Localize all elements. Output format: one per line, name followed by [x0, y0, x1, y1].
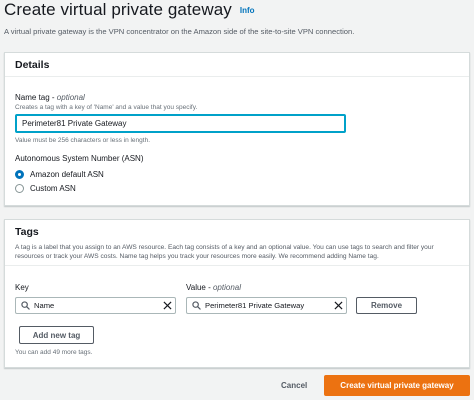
name-tag-input[interactable]: [15, 114, 346, 133]
tags-title: Tags: [15, 226, 39, 238]
name-tag-label: Name tag - optional: [15, 93, 85, 102]
tag-key-value: Name: [34, 301, 55, 310]
add-new-tag-button[interactable]: Add new tag: [19, 326, 94, 344]
tag-value-label-text: Value: [186, 283, 206, 292]
asn-option-amazon[interactable]: Amazon default ASN: [15, 170, 104, 179]
name-tag-label-text: Name tag: [15, 93, 50, 102]
clear-key-icon[interactable]: [159, 301, 175, 310]
radio-selected-icon[interactable]: [15, 170, 24, 179]
page-header: Create virtual private gateway Info A vi…: [4, 0, 470, 36]
radio-unselected-icon[interactable]: [15, 184, 24, 193]
page-description: A virtual private gateway is the VPN con…: [4, 27, 355, 36]
remove-tag-button[interactable]: Remove: [356, 297, 417, 314]
tag-value-optional: optional: [212, 283, 242, 292]
search-icon: [187, 301, 205, 310]
page-title: Create virtual private gateway: [4, 0, 232, 19]
tag-key-label: Key: [15, 283, 29, 292]
cancel-button[interactable]: Cancel: [281, 381, 307, 390]
tag-key-input[interactable]: Name: [15, 297, 176, 314]
tag-value-value: Perimeter81 Private Gateway: [205, 301, 305, 310]
search-icon: [16, 301, 34, 310]
details-header: Details: [5, 53, 469, 77]
tags-description: A tag is a label that you assign to an A…: [15, 244, 434, 260]
tags-panel: Tags A tag is a label that you assign to…: [4, 219, 470, 368]
title-row: Create virtual private gateway Info: [4, 0, 470, 22]
create-gateway-button[interactable]: Create virtual private gateway: [324, 375, 470, 396]
clear-value-icon[interactable]: [330, 301, 346, 310]
asn-option-custom[interactable]: Custom ASN: [15, 184, 76, 193]
name-tag-description: Creates a tag with a key of 'Name' and a…: [15, 104, 198, 111]
asn-option-amazon-label: Amazon default ASN: [30, 170, 104, 179]
name-tag-constraint: Value must be 256 characters or less in …: [15, 137, 151, 144]
name-tag-optional: optional: [56, 93, 85, 102]
asn-option-custom-label: Custom ASN: [30, 184, 76, 193]
tags-divider: [5, 265, 469, 266]
asn-label: Autonomous System Number (ASN): [15, 154, 144, 163]
details-panel: Details Name tag - optional Creates a ta…: [4, 52, 470, 206]
tag-value-input[interactable]: Perimeter81 Private Gateway: [186, 297, 347, 314]
tag-value-label: Value - optional: [186, 283, 242, 292]
details-title: Details: [15, 58, 50, 71]
tags-header: Tags: [5, 220, 469, 244]
info-link[interactable]: Info: [240, 6, 255, 15]
tag-limit-text: You can add 49 more tags.: [15, 349, 93, 356]
